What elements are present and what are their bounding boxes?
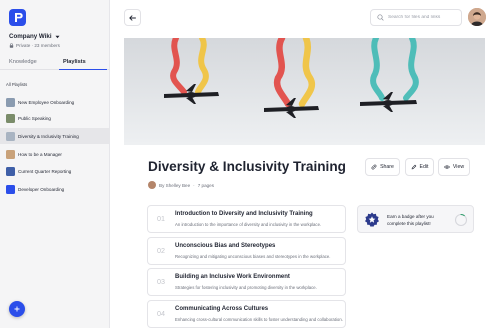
author-name[interactable]: By Shelley Bee — [159, 183, 190, 188]
share-button[interactable]: Share — [365, 158, 400, 176]
playlist-thumbnail — [6, 113, 15, 123]
page-count: 7 pages — [197, 182, 215, 188]
lesson-title: Communicating Across Cultures — [175, 306, 269, 312]
playlist-item[interactable]: New Employee Onboarding — [0, 94, 110, 110]
back-button[interactable] — [124, 9, 141, 26]
playlist-item-label: Developer Onboarding — [18, 186, 65, 192]
edit-button[interactable]: Edit — [405, 158, 434, 176]
lesson-description: An introduction to the importance of div… — [175, 222, 322, 227]
playlist-item[interactable]: Diversity & Inclusivity Training — [0, 128, 110, 144]
workspace-switcher[interactable]: Company Wiki — [9, 33, 60, 40]
playlist-thumbnail — [6, 97, 15, 107]
active-tab-indicator — [59, 69, 107, 70]
caret-down-icon — [55, 35, 60, 38]
lesson-number: 03 — [157, 277, 165, 286]
playlist-item[interactable]: How to be a Manager — [0, 146, 110, 162]
search-input[interactable] — [388, 15, 458, 20]
section-label: All Playlists — [6, 82, 28, 87]
lesson-description: Recognizing and mitigating unconscious b… — [175, 254, 331, 259]
lesson-card[interactable]: 04 Communicating Across Cultures Enhancing… — [147, 300, 346, 328]
playlist-item-label: Public Speaking — [18, 115, 51, 121]
lesson-card[interactable]: 01 Introduction to Diversity and Inclusiv… — [147, 205, 346, 233]
playlist-item-label: How to be a Manager — [18, 151, 62, 157]
lesson-number: 02 — [157, 246, 165, 255]
arrow-left-icon — [129, 14, 136, 21]
share-label: Share — [380, 164, 394, 170]
lesson-number: 04 — [157, 309, 165, 318]
lesson-number: 01 — [157, 214, 165, 223]
lesson-card[interactable]: 02 Unconscious Bias and Stereotypes Recogn… — [147, 237, 346, 265]
hero-image — [124, 38, 485, 145]
playlist-title: Diversity & Inclusivity Training — [148, 159, 346, 174]
sidebar: Company Wiki Private · 23 members Knowle… — [0, 0, 110, 328]
lesson-title: Building an Inclusive Work Environment — [175, 274, 290, 280]
tab-knowledge[interactable]: Knowledge — [9, 59, 37, 65]
playlist-item[interactable]: Current Quarter Reporting — [0, 163, 110, 179]
lesson-card[interactable]: 03 Building an Inclusive Work Environment… — [147, 268, 346, 296]
badge-card: Earn a badge after you complete this pla… — [357, 205, 474, 233]
pencil-icon — [411, 164, 416, 170]
app-logo[interactable] — [9, 9, 26, 26]
airplanes-smoke-illustration — [124, 38, 485, 145]
add-button[interactable] — [9, 301, 25, 317]
lesson-description: Strategies for fostering inclusivity and… — [175, 285, 317, 290]
playlist-thumbnail — [6, 184, 15, 194]
workspace-name: Company Wiki — [9, 33, 52, 40]
logo-icon — [14, 13, 23, 22]
view-button[interactable]: View — [438, 158, 470, 176]
playlist-item-label: New Employee Onboarding — [18, 99, 75, 105]
lesson-description: Enhancing cross-cultural communication s… — [175, 317, 343, 322]
playlist-thumbnail — [6, 131, 15, 141]
edit-label: Edit — [419, 164, 429, 170]
playlist-item[interactable]: Public Speaking — [0, 110, 110, 126]
link-icon — [371, 164, 377, 170]
plus-icon — [14, 306, 20, 312]
lesson-title: Unconscious Bias and Stereotypes — [175, 243, 276, 249]
badge-star-icon — [365, 212, 379, 227]
playlist-item-label: Diversity & Inclusivity Training — [18, 133, 79, 139]
lock-icon — [9, 43, 14, 48]
badge-text: Earn a badge after you complete this pla… — [387, 214, 434, 227]
workspace-meta-text: Private · 23 members — [16, 43, 60, 48]
progress-ring-track — [454, 213, 468, 227]
playlist-thumbnail — [6, 149, 15, 159]
eye-icon — [444, 165, 450, 169]
sidebar-tabs: Knowledge Playlists — [0, 57, 110, 70]
progress-ring — [454, 213, 468, 227]
user-avatar[interactable] — [468, 8, 486, 26]
author-avatar — [148, 181, 156, 189]
playlist-item-label: Current Quarter Reporting — [18, 168, 72, 174]
playlist-item[interactable]: Developer Onboarding — [0, 181, 110, 197]
search-icon — [377, 14, 384, 21]
search-box[interactable] — [370, 9, 462, 26]
playlist-byline: By Shelley Bee · 7 pages — [148, 181, 214, 189]
tab-playlists[interactable]: Playlists — [63, 59, 86, 65]
lesson-title: Introduction to Diversity and Inclusivit… — [175, 211, 313, 217]
avatar-image — [468, 8, 486, 26]
workspace-meta: Private · 23 members — [9, 43, 60, 48]
view-label: View — [452, 164, 465, 170]
playlist-thumbnail — [6, 166, 15, 176]
byline-separator: · — [193, 182, 195, 188]
